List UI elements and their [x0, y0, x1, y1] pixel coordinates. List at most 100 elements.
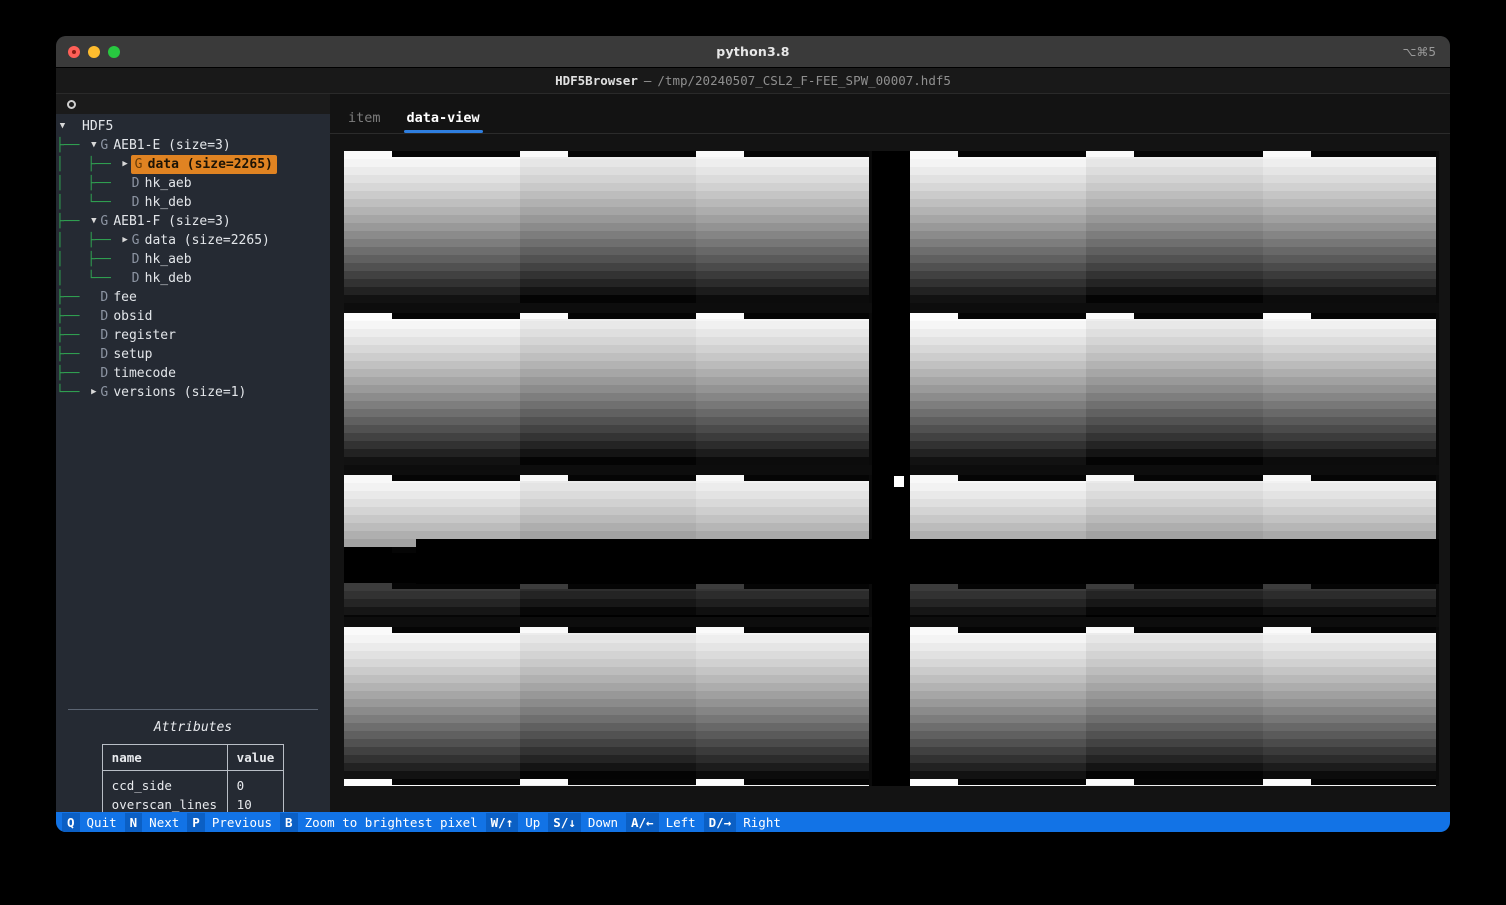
- column-header-value: value: [226, 744, 285, 771]
- tree-branch-line: ├──: [56, 366, 88, 381]
- main-panel: item data-view: [330, 94, 1450, 832]
- shortcut-key: N: [124, 812, 143, 832]
- shortcut-key: B: [280, 812, 298, 832]
- tree-item-content[interactable]: G AEB1-E (size=3): [100, 136, 230, 155]
- tree-item-label: AEB1-E (size=3): [113, 138, 231, 153]
- dataset-type-icon: D: [100, 290, 109, 305]
- tree-item-label: setup: [113, 347, 153, 362]
- body: ▼ HDF5 ├── ▼ G AEB1-E (size=3) │ ├── ▶ Gdata (…: [56, 94, 1450, 832]
- tab-item[interactable]: item: [348, 110, 381, 133]
- data-view-panel[interactable]: [330, 134, 1450, 832]
- tree-item-content[interactable]: G AEB1-F (size=3): [100, 212, 230, 231]
- shortcut-right[interactable]: D/→ Right: [703, 812, 789, 832]
- tree-item-label: versions (size=1): [113, 385, 247, 400]
- tree-item-label: hk_deb: [144, 195, 192, 210]
- shortcut-previous[interactable]: P Previous: [187, 812, 280, 832]
- chevron-down-icon[interactable]: ▼: [87, 136, 100, 155]
- tree-branch-line: ├──: [56, 138, 88, 153]
- tree-item-content[interactable]: Gversions (size=1): [100, 383, 246, 402]
- tab-data-view[interactable]: data-view: [403, 110, 483, 133]
- tree-item-content[interactable]: Dhk_deb: [132, 193, 192, 212]
- shortcut-key: W/↑: [485, 812, 519, 832]
- tree-item-content[interactable]: Dtimecode: [100, 364, 176, 383]
- chevron-right-icon[interactable]: ▶: [87, 383, 100, 402]
- tree-item[interactable]: ├── ▶Dtimecode: [56, 364, 330, 383]
- shortcut-key: D/→: [703, 812, 737, 832]
- chevron-down-icon[interactable]: ▼: [87, 212, 100, 231]
- tree-item[interactable]: ├── ▶Dobsid: [56, 307, 330, 326]
- tree-item[interactable]: │ └── ▶Dhk_deb: [56, 193, 330, 212]
- tree-item-label: data (size=2265): [144, 233, 270, 248]
- maximize-button[interactable]: [108, 46, 120, 58]
- close-button[interactable]: [68, 46, 80, 58]
- tree-item[interactable]: │ └── ▶Dhk_deb: [56, 269, 330, 288]
- tree-item-label: HDF5: [82, 119, 114, 134]
- tree-branch-line: │ └──: [56, 271, 119, 286]
- tree-item[interactable]: │ ├── ▶Dhk_aeb: [56, 174, 330, 193]
- tree-item-label: AEB1-F (size=3): [113, 214, 231, 229]
- status-bar[interactable]: Q Quit N Next P Previous B Zoom to brightest pi…: [56, 812, 1450, 832]
- attributes-table: name value ccd_side overscan_lines 0 10: [101, 744, 285, 820]
- tree-item-content[interactable]: Dregister: [100, 326, 176, 345]
- group-type-icon: G: [100, 138, 109, 153]
- group-type-icon: G: [100, 214, 109, 229]
- tree-item[interactable]: │ ├── ▶Dhk_aeb: [56, 250, 330, 269]
- ccd-image-host[interactable]: [344, 151, 1439, 786]
- shortcut-up[interactable]: W/↑ Up: [485, 812, 549, 832]
- chevron-right-icon[interactable]: ▶: [119, 231, 132, 250]
- screen: python3.8 ⌥⌘5 HDF5Browser — /tmp/2024050…: [0, 0, 1506, 905]
- attribute-name: ccd_side: [111, 778, 172, 793]
- group-type-icon: G: [100, 385, 109, 400]
- attributes-title: Attributes: [153, 720, 233, 735]
- tree-branch-line: │ ├──: [56, 252, 119, 267]
- group-type-icon: G: [134, 157, 143, 172]
- tree-branch-line: │ ├──: [56, 176, 119, 191]
- tree-item-label: fee: [113, 290, 137, 305]
- tree-item[interactable]: ├── ▶Dfee: [56, 288, 330, 307]
- tab-bar[interactable]: item data-view: [330, 94, 1450, 134]
- tree-item[interactable]: ├── ▶Dregister: [56, 326, 330, 345]
- tree-item[interactable]: │ ├── ▶ Gdata (size=2265): [56, 231, 330, 250]
- tree-branch-line: │ ├──: [56, 233, 119, 248]
- shortcut-zoom-to-brightest-pixel[interactable]: B Zoom to brightest pixel: [280, 812, 486, 832]
- column-header-name: name: [101, 744, 228, 771]
- tree-item[interactable]: ├── ▼ G AEB1-F (size=3): [56, 212, 330, 231]
- tree-item-content[interactable]: Dsetup: [100, 345, 152, 364]
- tree-item-content[interactable]: Gdata (size=2265): [132, 231, 270, 250]
- minimize-button[interactable]: [88, 46, 100, 58]
- tree-item[interactable]: ├── ▶Dsetup: [56, 345, 330, 364]
- tree-item[interactable]: └── ▶ Gversions (size=1): [56, 383, 330, 402]
- tree-item[interactable]: │ ├── ▶ Gdata (size=2265): [56, 155, 330, 174]
- dataset-type-icon: D: [100, 366, 109, 381]
- hdf5-tree[interactable]: ▼ HDF5 ├── ▼ G AEB1-E (size=3) │ ├── ▶ Gdata (…: [56, 114, 330, 709]
- tree-item-content[interactable]: Dfee: [100, 288, 136, 307]
- shortcut-quit[interactable]: Q Quit: [62, 812, 125, 832]
- shortcut-next[interactable]: N Next: [124, 812, 188, 832]
- chevron-right-icon[interactable]: ▶: [119, 155, 132, 174]
- keyboard-shortcut-hint: ⌥⌘5: [1402, 45, 1436, 59]
- chevron-down-icon[interactable]: ▼: [56, 117, 69, 136]
- tree-item-label: hk_deb: [144, 271, 192, 286]
- window-title: python3.8: [716, 44, 790, 59]
- tree-item-content[interactable]: Dobsid: [100, 307, 152, 326]
- shortcut-left[interactable]: A/← Left: [625, 812, 704, 832]
- attributes-header-row: name value: [101, 744, 285, 771]
- tree-item-content[interactable]: Dhk_aeb: [132, 250, 192, 269]
- dataset-type-icon: D: [100, 347, 109, 362]
- tree-item-content[interactable]: HDF5: [69, 117, 113, 136]
- shortcut-label: Down: [587, 814, 618, 830]
- tree-item-content[interactable]: Dhk_aeb: [132, 174, 192, 193]
- tree-item-content[interactable]: Dhk_deb: [132, 269, 192, 288]
- tree-item[interactable]: ├── ▼ G AEB1-E (size=3): [56, 136, 330, 155]
- shortcut-down[interactable]: S/↓ Down: [548, 812, 626, 832]
- ccd-image-canvas[interactable]: [344, 151, 1439, 786]
- tree-item-label: obsid: [113, 309, 153, 324]
- tree-item-content[interactable]: Gdata (size=2265): [130, 155, 277, 174]
- shortcut-label: Up: [525, 814, 541, 830]
- tree-branch-line: │ ├──: [56, 157, 119, 172]
- shortcut-label: Right: [743, 814, 781, 830]
- tree-item[interactable]: ▼ HDF5: [56, 117, 330, 136]
- dataset-type-icon: D: [131, 271, 140, 286]
- dataset-type-icon: D: [131, 176, 140, 191]
- sidebar: ▼ HDF5 ├── ▼ G AEB1-E (size=3) │ ├── ▶ Gdata (…: [56, 94, 330, 832]
